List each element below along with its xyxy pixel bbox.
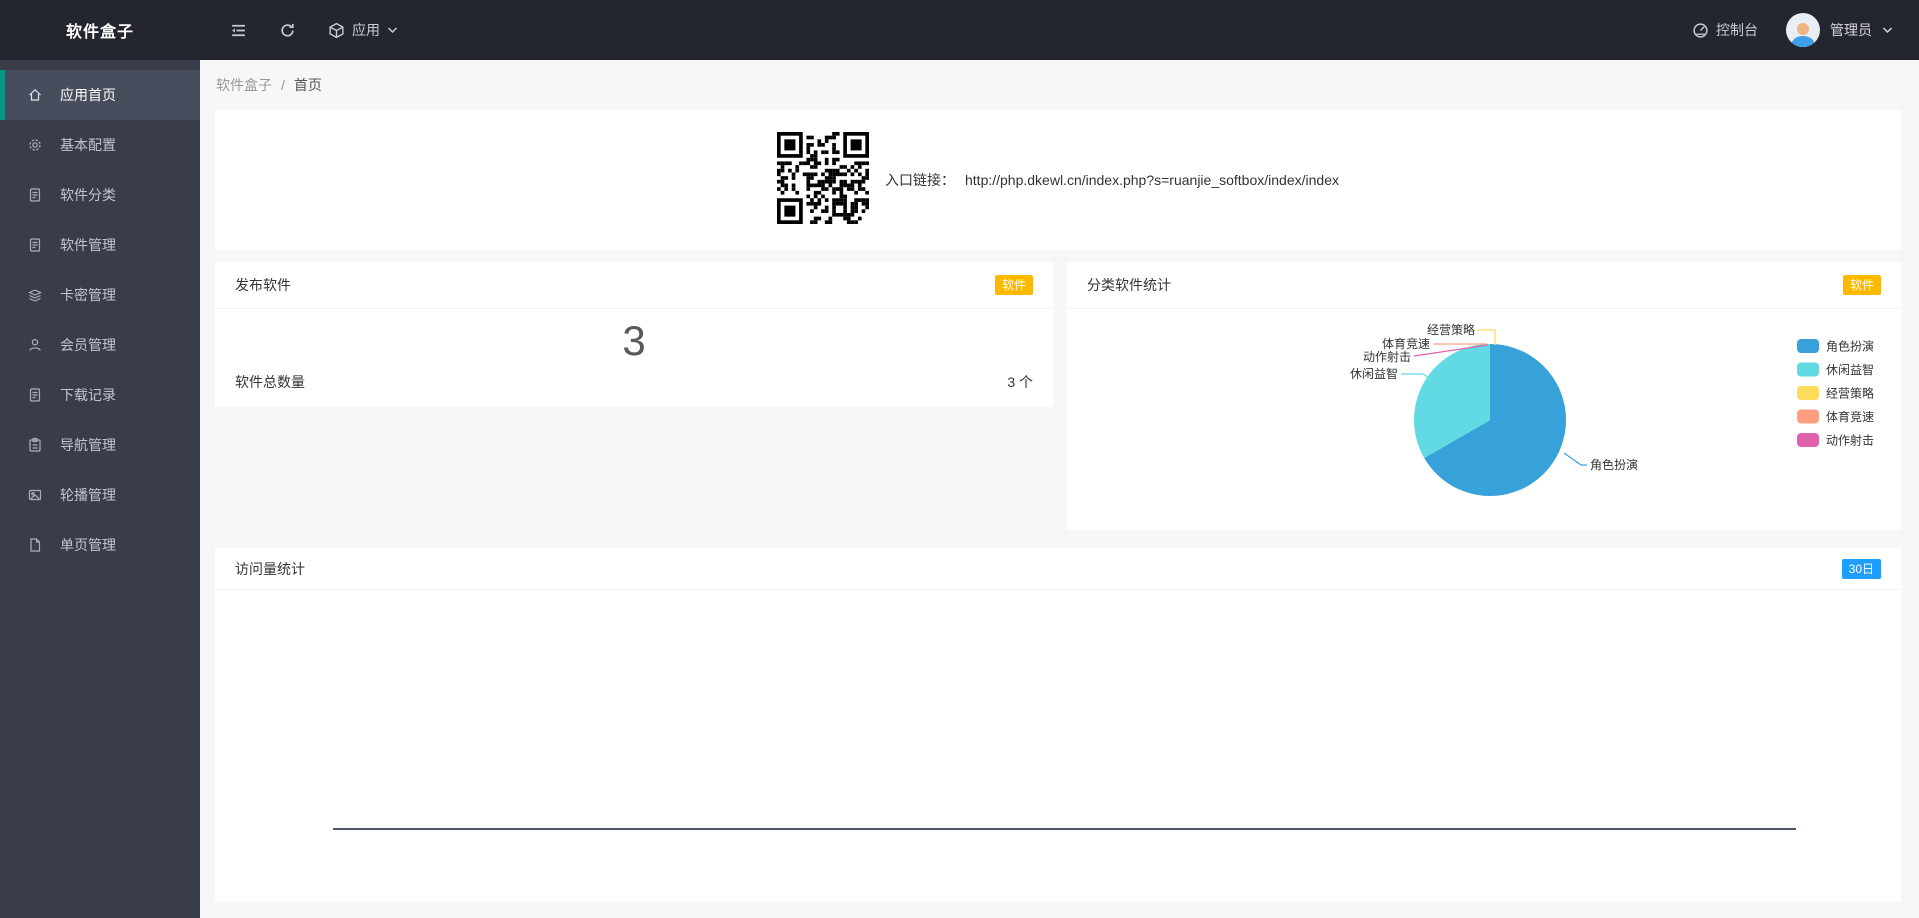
visits-chart-x-axis: [333, 828, 1796, 830]
collapse-menu-icon[interactable]: [230, 22, 247, 39]
gear-icon: [27, 137, 43, 153]
legend-item[interactable]: 动作射击: [1797, 433, 1874, 448]
period-badge: 30日: [1842, 559, 1881, 579]
qr-code: [777, 132, 869, 229]
legend-item[interactable]: 体育竞速: [1797, 409, 1874, 424]
app-menu[interactable]: 应用: [328, 20, 398, 40]
pie-label: 角色扮演: [1590, 457, 1638, 472]
entry-link-card: 入口链接： http://php.dkewl.cn/index.php?s=ru…: [215, 110, 1901, 250]
clipboard-icon: [27, 437, 43, 453]
svg-text:角色扮演: 角色扮演: [1826, 339, 1874, 354]
publish-card-title: 发布软件: [235, 275, 291, 295]
dashboard-icon: [1692, 22, 1709, 39]
entry-link-label: 入口链接：: [885, 170, 955, 190]
pie-label: 经营策略: [1427, 322, 1475, 337]
image-icon: [27, 487, 43, 503]
sidebar-item-label: 导航管理: [60, 435, 116, 455]
breadcrumb-current: 首页: [294, 75, 322, 95]
sidebar-item-label: 应用首页: [60, 85, 116, 105]
chevron-down-icon: [1882, 26, 1893, 34]
top-navbar: 软件盒子 应用 控制台: [0, 0, 1919, 60]
user-icon: [27, 337, 43, 353]
legend-item[interactable]: 经营策略: [1797, 386, 1874, 401]
sidebar-item-label: 软件分类: [60, 185, 116, 205]
refresh-icon[interactable]: [279, 22, 296, 39]
breadcrumb: 软件盒子 / 首页: [200, 60, 1919, 110]
sidebar-item-label: 软件管理: [60, 235, 116, 255]
software-badge: 软件: [995, 275, 1033, 295]
sidebar-item-label: 单页管理: [60, 535, 116, 555]
software-count: 3: [215, 317, 1053, 365]
sidebar-item-3[interactable]: 软件分类: [0, 170, 200, 220]
avatar: [1786, 13, 1820, 47]
publish-software-card: 发布软件 软件 3 软件总数量 3 个: [215, 262, 1053, 407]
app-logo[interactable]: 软件盒子: [0, 18, 200, 42]
user-menu[interactable]: 管理员: [1786, 13, 1893, 47]
category-card-title: 分类软件统计: [1087, 275, 1171, 295]
sidebar-item-1[interactable]: 应用首页: [0, 70, 200, 120]
sidebar-item-label: 基本配置: [60, 135, 116, 155]
app-menu-label: 应用: [352, 20, 380, 40]
breadcrumb-root[interactable]: 软件盒子: [216, 75, 272, 95]
sidebar-item-8[interactable]: 导航管理: [0, 420, 200, 470]
home-icon: [27, 87, 43, 103]
user-label: 管理员: [1830, 20, 1872, 40]
chevron-down-icon: [387, 26, 398, 34]
software-badge: 软件: [1843, 275, 1881, 295]
sidebar-item-9[interactable]: 轮播管理: [0, 470, 200, 520]
sidebar-item-label: 轮播管理: [60, 485, 116, 505]
software-total-label: 软件总数量: [235, 372, 305, 392]
category-pie-chart[interactable]: 经营策略体育竞速动作射击休闲益智角色扮演角色扮演休闲益智经营策略体育竞速动作射击: [1067, 310, 1901, 530]
svg-text:体育竞速: 体育竞速: [1826, 409, 1874, 424]
sidebar-nav: 应用首页基本配置软件分类软件管理卡密管理会员管理下载记录导航管理轮播管理单页管理: [0, 60, 200, 918]
svg-text:经营策略: 经营策略: [1826, 386, 1874, 401]
document-icon: [27, 387, 43, 403]
sidebar-item-2[interactable]: 基本配置: [0, 120, 200, 170]
software-total-value: 3 个: [1007, 372, 1033, 392]
sidebar-item-7[interactable]: 下载记录: [0, 370, 200, 420]
pie-label: 体育竞速: [1382, 336, 1430, 351]
legend-item[interactable]: 休闲益智: [1797, 362, 1874, 377]
pie-label: 动作射击: [1363, 349, 1411, 364]
visits-stats-card: 访问量统计 30日: [215, 548, 1901, 902]
layers-icon: [27, 287, 43, 303]
main-content: 软件盒子 / 首页 入口链接： http://php.dkewl.cn/inde…: [200, 60, 1919, 918]
sidebar-item-label: 卡密管理: [60, 285, 116, 305]
pie-label: 休闲益智: [1350, 366, 1398, 381]
pie-label-leader: [1477, 330, 1495, 345]
console-button[interactable]: 控制台: [1692, 20, 1758, 40]
svg-text:休闲益智: 休闲益智: [1826, 362, 1874, 377]
visits-card-title: 访问量统计: [235, 559, 305, 579]
sidebar-item-4[interactable]: 软件管理: [0, 220, 200, 270]
category-stats-card: 分类软件统计 软件 经营策略体育竞速动作射击休闲益智角色扮演角色扮演休闲益智经营…: [1067, 262, 1901, 530]
sidebar-item-label: 下载记录: [60, 385, 116, 405]
entry-link-url: http://php.dkewl.cn/index.php?s=ruanjie_…: [965, 172, 1339, 188]
sidebar-item-5[interactable]: 卡密管理: [0, 270, 200, 320]
svg-text:动作射击: 动作射击: [1826, 433, 1874, 448]
sidebar-item-label: 会员管理: [60, 335, 116, 355]
document-icon: [27, 187, 43, 203]
document-icon: [27, 237, 43, 253]
cube-icon: [328, 22, 345, 39]
console-label: 控制台: [1716, 20, 1758, 40]
breadcrumb-separator: /: [281, 77, 285, 93]
file-icon: [27, 537, 43, 553]
legend-item[interactable]: 角色扮演: [1797, 339, 1874, 354]
sidebar-item-6[interactable]: 会员管理: [0, 320, 200, 370]
sidebar-item-10[interactable]: 单页管理: [0, 520, 200, 570]
pie-label-leader: [1564, 453, 1587, 465]
